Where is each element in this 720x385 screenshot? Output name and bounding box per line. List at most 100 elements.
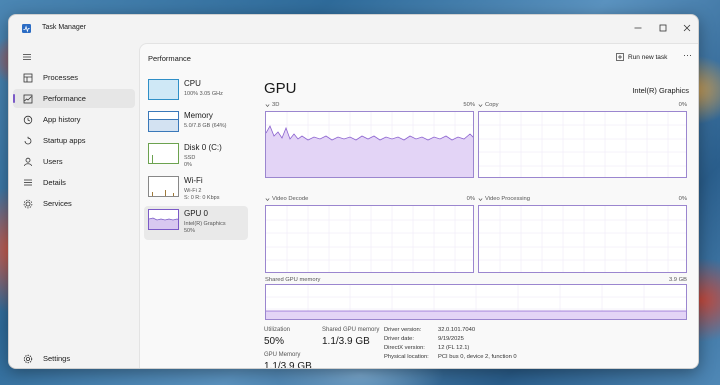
nav-item-services[interactable]: Services [13,194,135,213]
main-panel: Performance Run new task ··· CPU 100% 3.… [139,43,698,369]
physical-location-value: PCI bus 0, device 2, function 0 [438,354,517,360]
perf-sub: 5.0/7.8 GB (64%) [184,123,227,129]
more-options-button[interactable]: ··· [683,50,692,60]
perf-sub: 100% 3.05 GHz [184,91,223,97]
graph-shared-memory-max: 3.9 GB [668,277,687,283]
nav-label: Startup apps [43,136,86,145]
app-history-icon [23,115,33,125]
graph-video-decode-percent: 0% [466,196,475,202]
nav-item-settings[interactable]: Settings [13,349,135,368]
chevron-down-icon [478,103,483,107]
nav-label: Details [43,178,66,187]
task-manager-window: Task Manager Processes Performance App h… [8,14,699,369]
perf-item-wifi[interactable]: Wi-Fi Wi-Fi 2 S: 0 R: 0 Kbps [144,173,248,207]
perf-item-cpu[interactable]: CPU 100% 3.05 GHz [144,76,248,110]
nav-item-startup-apps[interactable]: Startup apps [13,131,135,150]
maximize-icon [659,24,667,32]
nav-item-performance[interactable]: Performance [13,89,135,108]
startup-apps-icon [23,136,33,146]
perf-name: GPU 0 [184,209,209,218]
chevron-down-icon [478,197,483,201]
utilization-label: Utilization [264,327,291,333]
performance-icon [23,94,33,104]
nav-label: Performance [43,94,86,103]
graph-video-decode-label[interactable]: Video Decode [265,196,308,202]
graph-3d-percent: 50% [463,102,475,108]
perf-sub: Wi-Fi 2 [184,188,202,194]
graph-copy-label[interactable]: Copy [478,102,499,108]
hamburger-menu-icon[interactable] [22,52,32,62]
close-icon [683,24,691,32]
processes-icon [23,73,33,83]
title-bar: Task Manager [9,15,698,43]
perf-sub: 50% [184,228,196,234]
minimize-icon [634,27,642,29]
utilization-value: 50% [264,336,285,347]
users-icon [23,157,33,167]
minimize-button[interactable] [626,20,650,36]
run-task-icon [616,53,624,61]
run-new-task-label: Run new task [628,53,668,61]
graph-copy [478,111,687,178]
nav-label: Settings [43,354,71,363]
wifi-thumbnail [148,176,179,197]
nav-item-processes[interactable]: Processes [13,68,135,87]
driver-version-key: Driver version: [384,327,422,333]
task-manager-app-icon [22,24,31,33]
graph-video-processing-percent: 0% [678,196,687,202]
graph-copy-percent: 0% [678,102,687,108]
nav-label: Users [43,157,63,166]
perf-name: Memory [184,111,213,120]
nav-item-app-history[interactable]: App history [13,110,135,129]
perf-name: Wi-Fi [184,176,203,185]
chevron-down-icon [265,103,270,107]
graph-video-processing-label[interactable]: Video Processing [478,196,530,202]
memory-thumbnail [148,111,179,132]
nav-label: App history [43,115,81,124]
gpu-memory-label: GPU Memory [264,352,301,358]
graph-video-processing [478,205,687,273]
physical-location-key: Physical location: [384,354,429,360]
cpu-thumbnail [148,79,179,100]
perf-item-disk[interactable]: Disk 0 (C:) SSD 0% [144,140,248,174]
graph-3d-label[interactable]: 3D [265,102,279,108]
maximize-button[interactable] [651,20,675,36]
graph-video-decode [265,205,474,273]
run-new-task-button[interactable]: Run new task [616,53,667,61]
perf-sub: SSD [184,155,196,161]
gear-icon [23,354,33,364]
perf-sub: S: 0 R: 0 Kbps [184,195,220,201]
graph-shared-memory [265,284,687,320]
shared-gpu-memory-label: Shared GPU memory [322,327,380,333]
page-title: Performance [148,54,191,63]
perf-item-gpu[interactable]: GPU 0 Intel(R) Graphics 50% [144,206,248,240]
services-icon [23,199,33,209]
directx-version-key: DirectX version: [384,345,425,351]
gpu-title: GPU [264,80,297,97]
perf-name: CPU [184,79,201,88]
directx-version-value: 12 (FL 12.1) [438,345,470,351]
gpu-thumbnail [148,209,179,230]
driver-date-value: 9/19/2025 [438,336,464,342]
gpu-adapter-name: Intel(R) Graphics [632,86,689,95]
disk-thumbnail [148,143,179,164]
graph-shared-memory-label: Shared GPU memory [265,277,321,283]
nav-label: Processes [43,73,79,82]
driver-version-value: 32.0.101.7040 [438,327,476,333]
perf-item-memory[interactable]: Memory 5.0/7.8 GB (64%) [144,108,248,142]
nav-item-users[interactable]: Users [13,152,135,171]
perf-name: Disk 0 (C:) [184,143,222,152]
chevron-down-icon [265,197,270,201]
sidebar: Processes Performance App history Startu… [9,43,139,368]
perf-sub: Intel(R) Graphics [184,221,226,227]
app-title: Task Manager [42,24,86,31]
graph-3d [265,111,474,178]
gpu-memory-value: 1.1/3.9 GB [264,361,312,369]
perf-sub: 0% [184,162,192,168]
nav-item-details[interactable]: Details [13,173,135,192]
shared-gpu-memory-value: 1.1/3.9 GB [322,336,370,347]
details-icon [23,178,33,188]
nav-label: Services [43,199,72,208]
driver-date-key: Driver date: [384,336,414,342]
close-button[interactable] [675,20,698,36]
